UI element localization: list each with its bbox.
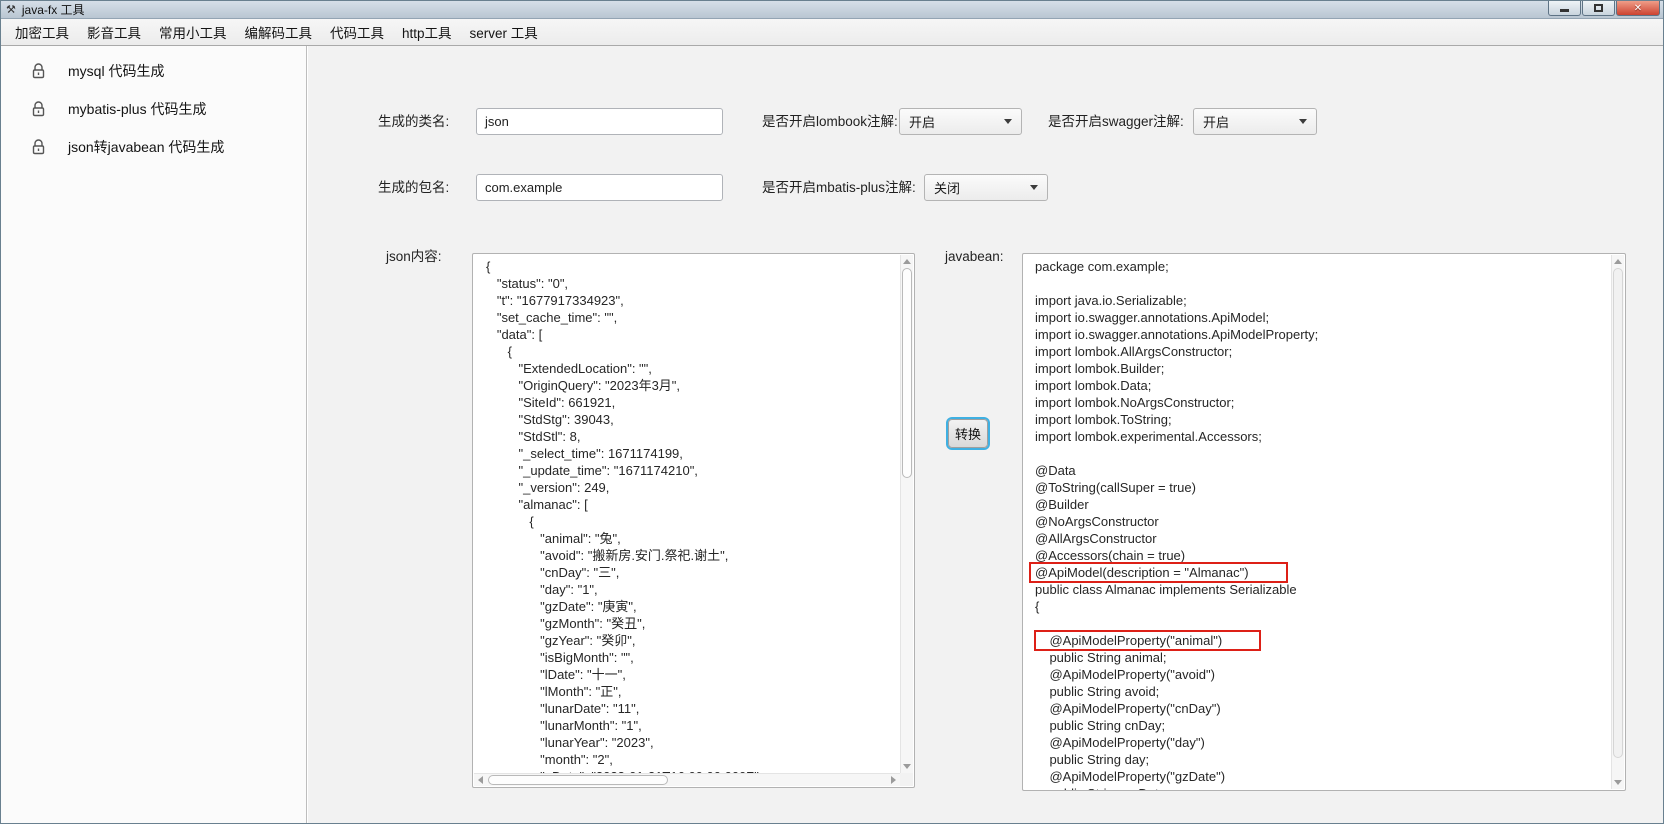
json-content-text: { "status": "0", "t": "1677917334923", "… — [473, 254, 914, 785]
lombok-select-value: 开启 — [909, 112, 935, 131]
maximize-icon — [1594, 4, 1603, 12]
sidebar-item-label: mysql 代码生成 — [68, 61, 164, 81]
chevron-down-icon — [1030, 185, 1038, 190]
javabean-label: javabean: — [945, 243, 1004, 270]
scrollbar-corner — [900, 773, 913, 786]
app-icon: ⚒ — [6, 1, 16, 19]
scrollbar-thumb[interactable] — [488, 775, 668, 785]
titlebar[interactable]: ⚒ java-fx 工具 ✕ — [1, 1, 1663, 19]
json-content-textarea[interactable]: { "status": "0", "t": "1677917334923", "… — [472, 253, 915, 788]
javabean-output-textarea[interactable]: package com.example; import java.io.Seri… — [1022, 253, 1626, 791]
class-name-label: 生成的类名: — [378, 108, 449, 135]
sidebar: mysql 代码生成 mybatis-plus 代码生成 json转javabe… — [1, 46, 307, 824]
lombok-select[interactable]: 开启 — [899, 108, 1022, 135]
class-name-input[interactable]: json — [476, 108, 723, 135]
menu-item-server-tools[interactable]: server 工具 — [461, 18, 547, 46]
swagger-select-value: 开启 — [1203, 112, 1229, 131]
close-button[interactable]: ✕ — [1616, 1, 1660, 16]
menu-item-media-tools[interactable]: 影音工具 — [78, 18, 150, 46]
menu-bar: 加密工具 影音工具 常用小工具 编解码工具 代码工具 http工具 server… — [1, 19, 1663, 46]
javabean-output-text: package com.example; import java.io.Seri… — [1023, 254, 1625, 791]
mybatis-toggle-label: 是否开启mbatis-plus注解: — [762, 174, 916, 201]
mybatis-select[interactable]: 关闭 — [924, 174, 1048, 201]
scrollbar-thumb[interactable] — [1613, 268, 1623, 758]
sidebar-item-label: mybatis-plus 代码生成 — [68, 99, 206, 119]
scroll-up-icon[interactable] — [1614, 259, 1622, 264]
convert-button[interactable]: 转换 — [948, 419, 988, 448]
javabean-vertical-scrollbar[interactable] — [1611, 255, 1624, 789]
json-vertical-scrollbar[interactable] — [900, 255, 913, 773]
menu-item-encrypt-tools[interactable]: 加密工具 — [6, 18, 78, 46]
menu-item-http-tools[interactable]: http工具 — [393, 18, 461, 46]
window-title: java-fx 工具 — [22, 1, 85, 19]
padlock-icon — [31, 101, 46, 117]
minimize-icon — [1560, 9, 1569, 12]
scroll-left-icon[interactable] — [478, 776, 483, 784]
json-content-label: json内容: — [386, 243, 442, 270]
apimodelproperty-highlight-box — [1034, 630, 1261, 651]
scroll-up-icon[interactable] — [903, 259, 911, 264]
window-controls: ✕ — [1547, 1, 1660, 16]
apimodel-highlight-box — [1029, 562, 1288, 583]
menu-item-code-tools[interactable]: 代码工具 — [321, 18, 393, 46]
chevron-down-icon — [1299, 119, 1307, 124]
minimize-button[interactable] — [1548, 1, 1581, 16]
menu-item-common-tools[interactable]: 常用小工具 — [150, 18, 236, 46]
swagger-toggle-label: 是否开启swagger注解: — [1048, 108, 1184, 135]
json-horizontal-scrollbar[interactable] — [474, 773, 900, 786]
sidebar-item-mysql-codegen[interactable]: mysql 代码生成 — [1, 52, 306, 90]
sidebar-item-mybatis-plus-codegen[interactable]: mybatis-plus 代码生成 — [1, 90, 306, 128]
package-name-input[interactable]: com.example — [476, 174, 723, 201]
lombok-toggle-label: 是否开启lombook注解: — [762, 108, 898, 135]
main-panel: 生成的类名: json 是否开启lombook注解: 开启 是否开启swagge… — [307, 46, 1663, 824]
package-name-label: 生成的包名: — [378, 174, 449, 201]
close-icon: ✕ — [1634, 2, 1642, 15]
scroll-right-icon[interactable] — [891, 776, 896, 784]
padlock-icon — [31, 63, 46, 79]
scroll-down-icon[interactable] — [903, 764, 911, 769]
swagger-select[interactable]: 开启 — [1193, 108, 1317, 135]
maximize-button[interactable] — [1582, 1, 1615, 16]
sidebar-item-label: json转javabean 代码生成 — [68, 137, 224, 157]
mybatis-select-value: 关闭 — [934, 178, 960, 197]
menu-item-codec-tools[interactable]: 编解码工具 — [236, 18, 322, 46]
chevron-down-icon — [1004, 119, 1012, 124]
scroll-down-icon[interactable] — [1614, 780, 1622, 785]
scrollbar-thumb[interactable] — [902, 268, 912, 478]
padlock-icon — [31, 139, 46, 155]
sidebar-item-json-to-javabean[interactable]: json转javabean 代码生成 — [1, 128, 306, 166]
app-window: ⚒ java-fx 工具 ✕ 加密工具 影音工具 常用小工具 编解码工具 代码工… — [0, 0, 1664, 824]
